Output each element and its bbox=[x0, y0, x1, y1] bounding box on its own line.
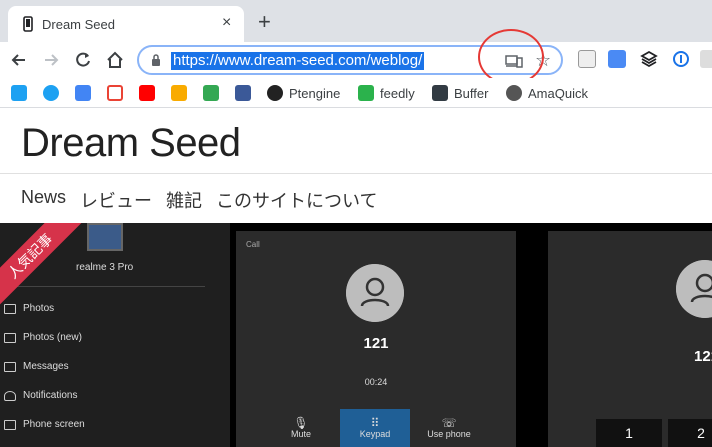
bookmark-ptengine[interactable]: Ptengine bbox=[267, 84, 340, 102]
call-number-2: 121 bbox=[694, 348, 712, 365]
nav-item-review[interactable]: レビュー bbox=[80, 187, 152, 213]
keypad-icon: ⠿ bbox=[370, 416, 380, 430]
keypad-button: ⠿ Keypad bbox=[340, 409, 410, 447]
home-icon[interactable] bbox=[105, 50, 125, 70]
call-panel: Call 121 00:24 🎙 Mute ⠿ Keypad ☏ Use phone bbox=[236, 231, 516, 447]
menu-item-notifications: Notifications bbox=[4, 390, 77, 401]
divider bbox=[0, 173, 712, 174]
person-icon bbox=[346, 264, 404, 322]
bookmark-twitter-icon[interactable] bbox=[43, 84, 59, 102]
call-timer: 00:24 bbox=[364, 377, 388, 387]
bookmark-gmail-icon[interactable] bbox=[107, 84, 123, 102]
device-name: realme 3 Pro bbox=[76, 262, 134, 273]
site-nav: News レビュー 雑記 このサイトについて bbox=[21, 187, 377, 213]
amaquick-icon bbox=[506, 85, 522, 101]
toolbar: https://www.dream-seed.com/weblog/ ☆ bbox=[0, 42, 712, 78]
lock-icon[interactable] bbox=[149, 53, 163, 67]
nav-item-misc[interactable]: 雑記 bbox=[166, 187, 202, 213]
bell-icon bbox=[4, 390, 16, 401]
close-icon[interactable]: × bbox=[222, 15, 231, 31]
menu-item-photos: Photos bbox=[4, 303, 54, 314]
device-thumbnail bbox=[87, 223, 123, 251]
menu-item-messages: Messages bbox=[4, 361, 69, 372]
extension-icon-1[interactable] bbox=[578, 50, 596, 68]
bookmark-buffer[interactable]: Buffer bbox=[432, 84, 488, 102]
photo-icon bbox=[4, 332, 16, 343]
bookmark-youtube-icon[interactable] bbox=[139, 84, 155, 102]
bookmark-chat-icon[interactable] bbox=[11, 84, 27, 102]
tab-title: Dream Seed bbox=[42, 17, 115, 32]
bookmark-calendar-icon[interactable] bbox=[75, 84, 91, 102]
phone-screen-icon bbox=[4, 419, 16, 430]
buffer-icon bbox=[432, 85, 448, 101]
bookmark-amaquick[interactable]: AmaQuick bbox=[506, 84, 588, 102]
mic-off-icon: 🎙 bbox=[293, 416, 309, 430]
menu-item-photos-new: Photos (new) bbox=[4, 332, 82, 343]
new-tab-button[interactable]: + bbox=[258, 11, 271, 33]
bookmarks-bar: Ptengine feedly Buffer AmaQuick bbox=[0, 78, 712, 108]
extension-icon-5[interactable] bbox=[700, 50, 712, 68]
ptengine-icon bbox=[267, 85, 283, 101]
bookmark-facebook-icon[interactable] bbox=[235, 84, 251, 102]
bookmark-ads-icon[interactable] bbox=[203, 84, 219, 102]
extension-icon-2[interactable] bbox=[608, 50, 626, 68]
key-2: 2 bbox=[668, 419, 712, 447]
bookmark-feedly[interactable]: feedly bbox=[358, 84, 415, 102]
nav-item-about[interactable]: このサイトについて bbox=[216, 187, 377, 213]
phone-icon bbox=[23, 16, 33, 32]
menu-item-phone-screen: Phone screen bbox=[4, 419, 85, 430]
call-number: 121 bbox=[363, 335, 389, 352]
call-panel-2 bbox=[548, 231, 712, 447]
photo-icon bbox=[4, 303, 16, 314]
call-label: Call bbox=[246, 240, 260, 249]
reload-icon[interactable] bbox=[73, 50, 93, 70]
use-phone-button: ☏ Use phone bbox=[414, 409, 484, 447]
back-arrow-icon[interactable] bbox=[9, 50, 29, 70]
password-manager-icon[interactable] bbox=[672, 50, 690, 68]
feedly-icon bbox=[358, 85, 374, 101]
divider bbox=[0, 286, 205, 287]
key-1: 1 bbox=[596, 419, 662, 447]
highlight-circle bbox=[478, 29, 544, 85]
phone-icon: ☏ bbox=[441, 416, 457, 430]
tab-dream-seed[interactable]: Dream Seed × bbox=[8, 6, 244, 42]
forward-arrow-icon[interactable] bbox=[41, 50, 61, 70]
tab-strip: Dream Seed × + bbox=[0, 0, 712, 42]
nav-item-news[interactable]: News bbox=[21, 187, 66, 213]
url-text[interactable]: https://www.dream-seed.com/weblog/ bbox=[171, 52, 425, 70]
hero-image[interactable]: realme 3 Pro Photos Photos (new) Message… bbox=[0, 223, 712, 447]
site-title[interactable]: Dream Seed bbox=[21, 121, 241, 166]
layers-icon[interactable] bbox=[640, 50, 658, 68]
mute-button: 🎙 Mute bbox=[266, 409, 336, 447]
message-icon bbox=[4, 361, 16, 372]
bookmark-analytics-icon[interactable] bbox=[171, 84, 187, 102]
